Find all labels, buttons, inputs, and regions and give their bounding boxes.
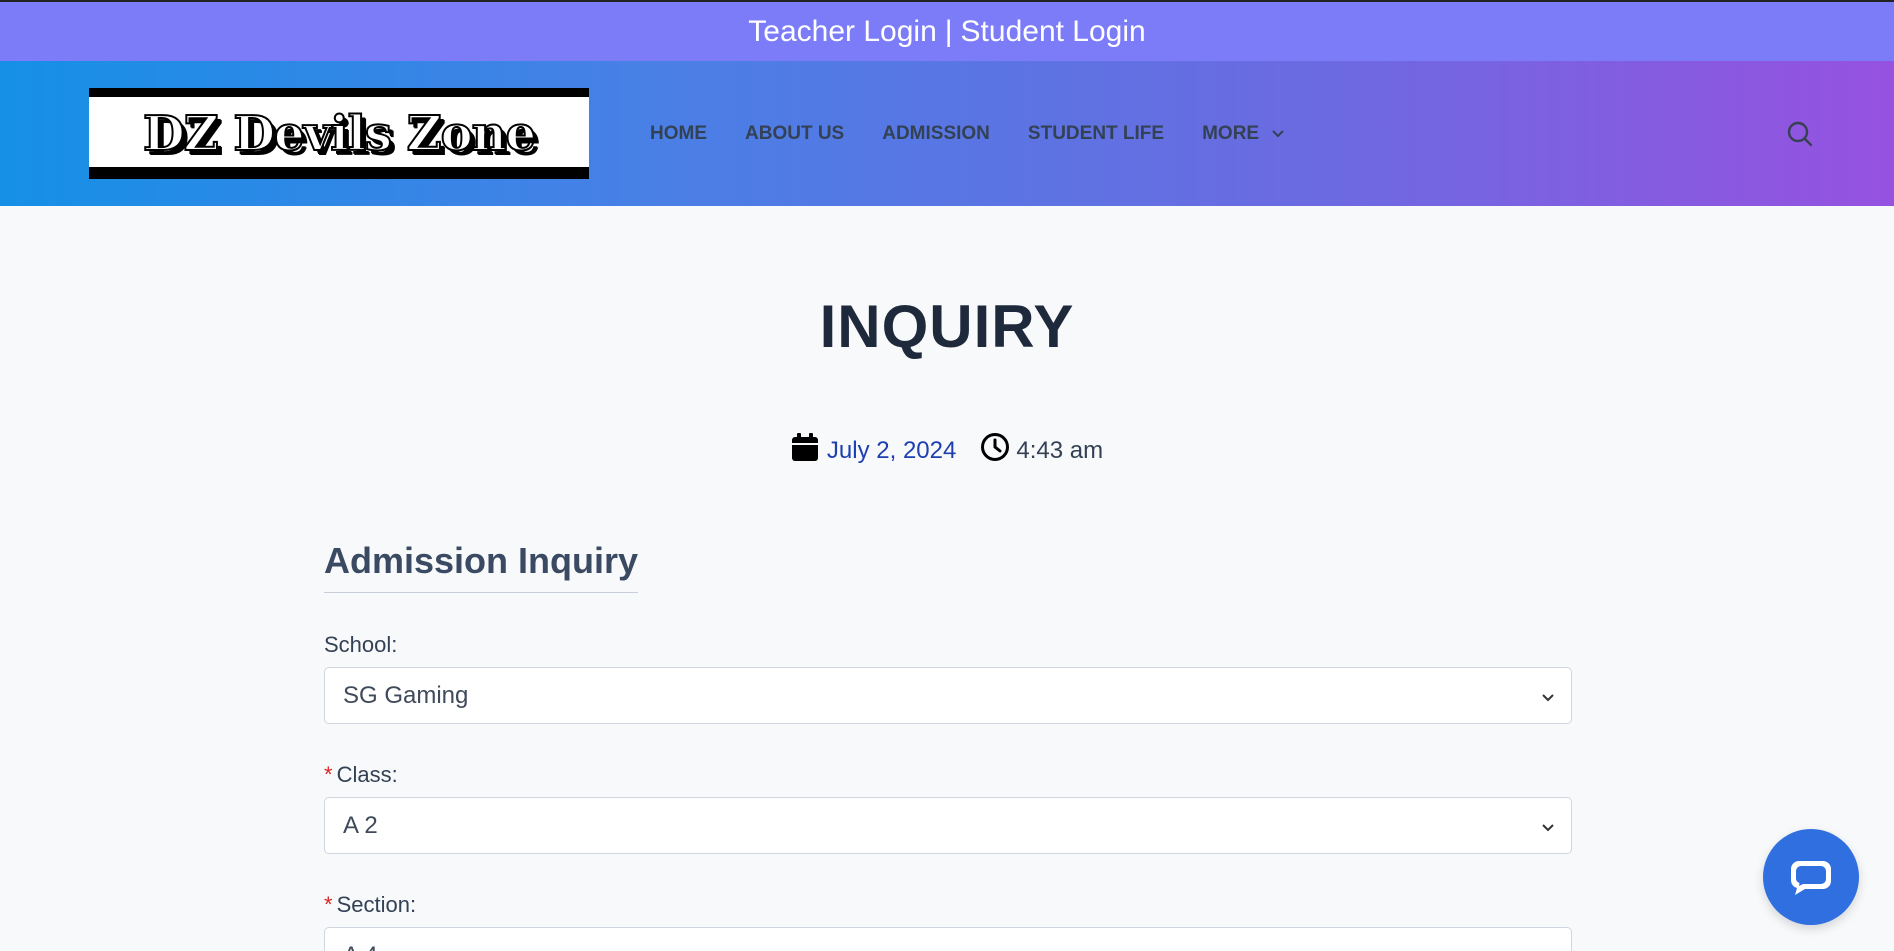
nav-more-label: MORE (1202, 122, 1260, 144)
nav-home[interactable]: HOME (650, 123, 707, 145)
section-select[interactable]: A 4 (324, 927, 1572, 951)
login-bar: Teacher Login | Student Login (0, 0, 1894, 61)
login-separator: | (944, 14, 953, 48)
school-select[interactable]: SG Gaming (324, 667, 1572, 724)
chevron-down-icon (1541, 682, 1555, 710)
search-button[interactable] (1785, 119, 1815, 149)
school-label-text: School: (324, 632, 398, 657)
teacher-login-link[interactable]: Teacher Login (748, 15, 936, 49)
chat-button[interactable] (1763, 829, 1859, 925)
student-login-link[interactable]: Student Login (961, 15, 1146, 49)
site-header: DZ Devils Zone HOME ABOUT US ADMISSION S… (0, 61, 1894, 206)
nav-admission[interactable]: ADMISSION (882, 123, 990, 145)
required-marker: * (324, 762, 333, 787)
page-title: INQUIRY (819, 293, 1075, 360)
form-title: Admission Inquiry (324, 540, 639, 593)
calendar-icon (791, 432, 819, 469)
post-meta: July 2, 2024 4:43 am (0, 432, 1894, 469)
nav-more[interactable]: MORE (1202, 123, 1285, 145)
chevron-down-icon (1541, 812, 1555, 840)
section-label-text: Section: (336, 892, 417, 917)
clock-icon (980, 432, 1010, 469)
class-select[interactable]: A 2 (324, 797, 1572, 854)
admission-inquiry-form: Admission Inquiry School: SG Gaming * Cla… (324, 540, 1572, 951)
section-select-value: A 4 (343, 942, 378, 951)
school-label: School: (324, 632, 1572, 658)
nav-student-life[interactable]: STUDENT LIFE (1028, 123, 1164, 145)
chevron-down-icon (1541, 942, 1555, 951)
nav-about-us[interactable]: ABOUT US (745, 123, 844, 145)
class-label-text: Class: (336, 762, 398, 787)
required-marker: * (324, 892, 333, 917)
school-select-value: SG Gaming (343, 681, 469, 709)
search-icon (1787, 121, 1813, 147)
site-logo[interactable]: DZ Devils Zone (89, 88, 589, 179)
class-select-value: A 2 (343, 811, 378, 839)
logo-text: DZ Devils Zone (142, 105, 537, 163)
post-time: 4:43 am (1016, 436, 1104, 464)
chevron-down-icon (1271, 129, 1285, 139)
class-label: * Class: (324, 762, 1572, 788)
section-label: * Section: (324, 892, 1572, 918)
chat-icon (1791, 861, 1831, 895)
main-nav: HOME ABOUT US ADMISSION STUDENT LIFE MOR… (650, 61, 1285, 206)
post-date[interactable]: July 2, 2024 (827, 437, 956, 465)
